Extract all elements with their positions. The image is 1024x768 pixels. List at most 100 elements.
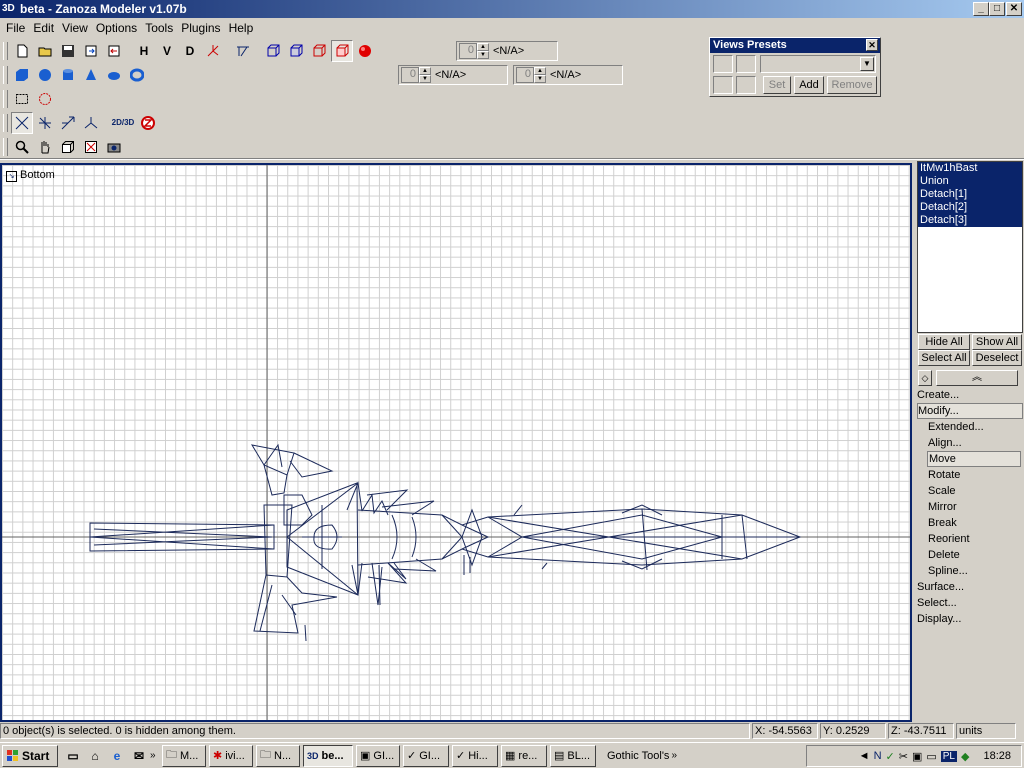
quicklaunch-explorer-icon[interactable]: ⌂ <box>84 745 106 767</box>
box-button[interactable] <box>11 64 33 86</box>
chevron-right-icon[interactable]: » <box>671 750 683 761</box>
task-button[interactable]: 🗀 M... <box>162 744 206 767</box>
zoom-button[interactable] <box>11 136 33 158</box>
language-indicator[interactable]: PL <box>940 750 957 762</box>
save-button[interactable] <box>57 40 79 62</box>
camera-button[interactable] <box>103 136 125 158</box>
chevron-right-icon[interactable]: » <box>150 750 162 761</box>
maximize-button[interactable]: □ <box>989 2 1005 16</box>
task-button[interactable]: ✓ GI... <box>403 744 449 767</box>
spinner-1-arrows[interactable]: ▲ ▼ <box>477 43 489 59</box>
quicklaunch-ie-icon[interactable]: e <box>106 745 128 767</box>
task-button[interactable]: ✓ Hi... <box>452 744 498 767</box>
tray-app-icon[interactable]: ▭ <box>926 750 936 763</box>
list-item[interactable]: Detach[1] <box>918 188 1022 201</box>
view-cube-1-button[interactable] <box>262 40 284 62</box>
viewport-bottom[interactable]: ↘ Bottom <box>0 163 912 722</box>
torus-button[interactable] <box>126 64 148 86</box>
preset-slot-2[interactable] <box>736 55 756 73</box>
command-item[interactable]: Select... <box>917 595 1023 611</box>
task-button[interactable]: ▣ GI... <box>356 744 400 767</box>
network-icon[interactable]: N <box>874 750 882 762</box>
preset-slot-1[interactable] <box>713 55 733 73</box>
orbit-button[interactable] <box>57 136 79 158</box>
preset-set-button[interactable]: Set <box>763 76 791 94</box>
object-list[interactable]: ItMw1hBast Union Detach[1] Detach[2] Det… <box>917 161 1023 333</box>
command-item[interactable]: Break <box>917 515 1023 531</box>
preset-add-button[interactable]: Add <box>794 76 824 94</box>
task-button-active[interactable]: 3D be... <box>303 744 353 767</box>
spinner-2[interactable]: 0 ▲ ▼ <N/A> <box>398 65 508 85</box>
view-cube-3-button[interactable] <box>308 40 330 62</box>
cone-button[interactable] <box>80 64 102 86</box>
command-item[interactable]: Display... <box>917 611 1023 627</box>
pan-button[interactable] <box>34 136 56 158</box>
toolbar-label[interactable]: Gothic Tool's <box>607 750 669 762</box>
menu-tools[interactable]: Tools <box>141 21 177 35</box>
spinner-2-value[interactable]: 0 <box>401 67 419 83</box>
command-item[interactable]: Delete <box>917 547 1023 563</box>
rotate-tool-button[interactable] <box>34 112 56 134</box>
import-button[interactable] <box>103 40 125 62</box>
command-item[interactable]: Create... <box>917 387 1023 403</box>
chevron-down-icon[interactable]: ▼ <box>860 57 874 71</box>
command-item[interactable]: Extended... <box>917 419 1023 435</box>
zoom-extents-button[interactable] <box>80 136 102 158</box>
command-item[interactable]: Surface... <box>917 579 1023 595</box>
speaker-icon[interactable]: ◄ <box>859 750 870 762</box>
axis-button[interactable] <box>202 40 224 62</box>
task-button[interactable]: ▤ BL... <box>550 744 596 767</box>
spinner-3[interactable]: 0 ▲ ▼ <N/A> <box>513 65 623 85</box>
toggle-2d3d-button[interactable]: 2D/3D <box>110 112 136 134</box>
sphere-button[interactable] <box>34 64 56 86</box>
z-axis-button[interactable] <box>137 112 159 134</box>
menu-plugins[interactable]: Plugins <box>177 21 224 35</box>
list-item[interactable]: Detach[3] <box>918 214 1022 227</box>
menu-edit[interactable]: Edit <box>29 21 58 35</box>
command-item[interactable]: Modify... <box>917 403 1023 419</box>
menu-help[interactable]: Help <box>225 21 258 35</box>
menu-view[interactable]: View <box>58 21 92 35</box>
task-button[interactable]: 🗀 N... <box>256 744 300 767</box>
view-v-button[interactable]: V <box>156 40 178 62</box>
spinner-1-value[interactable]: 0 <box>459 43 477 59</box>
list-item[interactable]: ItMw1hBast <box>918 162 1022 175</box>
list-item[interactable]: Detach[2] <box>918 201 1022 214</box>
view-d-button[interactable]: D <box>179 40 201 62</box>
export-button[interactable] <box>80 40 102 62</box>
scroll-up-button[interactable]: ︽ <box>936 370 1018 386</box>
spinner-3-arrows[interactable]: ▲ ▼ <box>534 67 546 83</box>
rect-select-button[interactable] <box>11 88 33 110</box>
close-button[interactable]: ✕ <box>1006 2 1022 16</box>
tray-app-icon[interactable]: ◆ <box>961 750 969 763</box>
tray-app-icon[interactable]: ✓ <box>886 750 895 763</box>
preset-remove-button[interactable]: Remove <box>827 76 877 94</box>
deselect-button[interactable]: Deselect <box>972 350 1022 366</box>
command-item[interactable]: Align... <box>917 435 1023 451</box>
views-presets-close-button[interactable]: ✕ <box>866 39 878 51</box>
view-cube-2-button[interactable] <box>285 40 307 62</box>
menu-file[interactable]: File <box>2 21 29 35</box>
menu-options[interactable]: Options <box>92 21 141 35</box>
open-button[interactable] <box>34 40 56 62</box>
spinner-2-arrows[interactable]: ▲ ▼ <box>419 67 431 83</box>
new-file-button[interactable] <box>11 40 33 62</box>
preset-dropdown[interactable]: ▼ <box>760 55 876 73</box>
quicklaunch-desktop-icon[interactable]: ▭ <box>62 745 84 767</box>
minimize-button[interactable]: _ <box>973 2 989 16</box>
tray-app-icon[interactable]: ✂ <box>899 750 908 763</box>
command-item[interactable]: Scale <box>917 483 1023 499</box>
spinner-1[interactable]: 0 ▲ ▼ <N/A> <box>456 41 558 61</box>
select-all-button[interactable]: Select All <box>918 350 970 366</box>
command-item[interactable]: Move <box>927 451 1021 467</box>
disc-button[interactable] <box>103 64 125 86</box>
render-button[interactable] <box>354 40 376 62</box>
command-item[interactable]: Reorient <box>917 531 1023 547</box>
show-all-button[interactable]: Show All <box>972 334 1022 350</box>
command-item[interactable]: Rotate <box>917 467 1023 483</box>
spinner-3-value[interactable]: 0 <box>516 67 534 83</box>
list-item[interactable]: Union <box>918 175 1022 188</box>
command-item[interactable]: Mirror <box>917 499 1023 515</box>
view-cube-4-button[interactable] <box>331 40 353 62</box>
cylinder-button[interactable] <box>57 64 79 86</box>
